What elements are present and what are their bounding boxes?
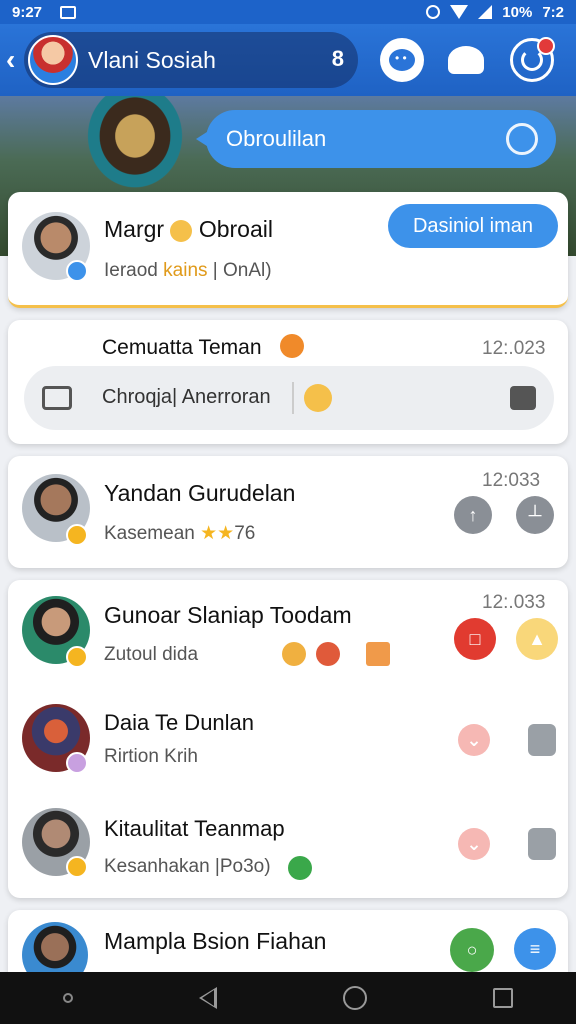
emoji-icon [282, 642, 306, 666]
group-button[interactable] [444, 38, 488, 82]
status-time: 9:27 [12, 3, 43, 21]
pinned-name-end: Obroail [198, 216, 273, 242]
status-right-time: 7:2 [542, 3, 564, 21]
chat-name[interactable]: Daia Te Dunlan [104, 710, 254, 736]
chat-item[interactable]: Yandan Gurudelan Kasemean ★★76 12:033 ↑ … [8, 456, 568, 568]
battery-level: 10% [502, 3, 533, 21]
pinned-subtitle-accent: kains [163, 260, 208, 281]
recent-apps-icon[interactable] [493, 988, 513, 1008]
message-input[interactable]: Chroqja| Anerroran [102, 386, 271, 409]
chat-name: Mampla Bsion Fiahan [104, 928, 327, 954]
pinned-chat-card[interactable]: Margr Obroail Ieraod kains | OnAl) Dasin… [8, 192, 568, 308]
settings-icon[interactable] [506, 123, 538, 155]
power-button[interactable] [510, 37, 555, 82]
divider [292, 382, 294, 414]
pinned-subtitle-text: Ieraod [104, 260, 158, 281]
expand-button[interactable]: ⌄ [458, 724, 490, 756]
emoji-picker-icon[interactable] [304, 384, 332, 412]
app-header: ‹ Vlani Sosiah 8 [0, 24, 576, 96]
lock-button[interactable] [528, 724, 556, 756]
back-icon[interactable] [199, 987, 217, 1009]
refresh-button[interactable]: ○ [450, 928, 494, 972]
chat-bubble-icon [389, 49, 415, 71]
alarm-icon [426, 5, 441, 19]
status-badge-icon [66, 856, 88, 878]
image-notification-icon [60, 5, 77, 19]
emoji-icon [170, 219, 193, 242]
chat-icon [42, 386, 72, 410]
message-input-bar[interactable]: Chroqja| Anerroran [24, 366, 554, 430]
chat-subtitle-extra: 76 [234, 523, 256, 544]
assistant-icon[interactable] [63, 993, 73, 1003]
signal-icon [478, 5, 493, 19]
chat-name[interactable]: Gunoar Slaniap Toodam [104, 602, 352, 629]
emoji-icon [366, 642, 390, 666]
status-badge-icon [66, 524, 88, 546]
chat-subtitle: Kesanhakan |Po3o) [104, 856, 271, 877]
group-title-pill[interactable]: Vlani Sosiah 8 [24, 32, 358, 88]
pinned-subtitle: Ieraod kains | OnAl) [104, 260, 272, 282]
chat-subtitle-text: Kasemean [104, 523, 195, 544]
pinned-name-start: Margr [104, 216, 165, 242]
group-title: Vlani Sosiah [88, 47, 216, 73]
expand-button[interactable]: ⌄ [458, 828, 490, 860]
group-icon [448, 46, 484, 74]
chat-name[interactable]: Kitaulitat Teanmap [104, 816, 285, 842]
menu-button[interactable]: ≡ [514, 928, 556, 970]
chat-time: 12:.033 [482, 592, 546, 613]
group-avatar [28, 35, 78, 85]
wifi-icon [450, 5, 469, 19]
hero-message-bubble[interactable]: Obroulilan [196, 110, 556, 168]
pinned-name: Margr Obroail [104, 216, 273, 243]
chat-subtitle: Rirtion Krih [104, 746, 198, 767]
member-count: 8 [331, 46, 344, 71]
add-icon[interactable] [280, 334, 304, 358]
chat-subtitle: Kasemean ★★76 [104, 523, 256, 544]
compose-time: 12:.023 [482, 338, 546, 359]
chat-group-card: Gunoar Slaniap Toodam Zutoul dida 12:.03… [8, 580, 568, 898]
notification-badge [537, 37, 555, 55]
compose-card: Cemuatta Teman 12:.023 Chroqja| Anerrora… [8, 320, 568, 444]
chat-name: Yandan Gurudelan [104, 480, 296, 506]
verified-badge-icon [66, 260, 88, 282]
status-badge-icon [66, 646, 88, 668]
pin-button[interactable]: ┴ [516, 496, 554, 534]
emoji-icon [316, 642, 340, 666]
pinned-subtitle-end: | OnAl) [212, 260, 272, 281]
compose-title: Cemuatta Teman [102, 336, 262, 359]
system-navigation-bar [0, 972, 576, 1024]
alert-button[interactable]: ▲ [516, 618, 558, 660]
lock-button[interactable] [528, 828, 556, 860]
chat-subtitle: Zutoul dida [104, 644, 199, 665]
chat-button[interactable] [380, 38, 424, 82]
home-icon[interactable] [343, 986, 367, 1010]
hero-bubble-text: Obroulilan [226, 126, 327, 151]
pinned-action-button[interactable]: Dasiniol iman [388, 204, 558, 248]
send-icon[interactable] [510, 386, 536, 410]
upload-button[interactable]: ↑ [454, 496, 492, 534]
status-bar: 9:27 10% 7:2 [0, 0, 576, 24]
stop-button[interactable]: □ [454, 618, 496, 660]
status-badge-icon [66, 752, 88, 774]
add-icon[interactable] [288, 856, 312, 880]
back-arrow-icon[interactable]: ‹ [6, 44, 15, 76]
game-character-image [80, 96, 190, 196]
chat-time: 12:033 [482, 470, 541, 491]
